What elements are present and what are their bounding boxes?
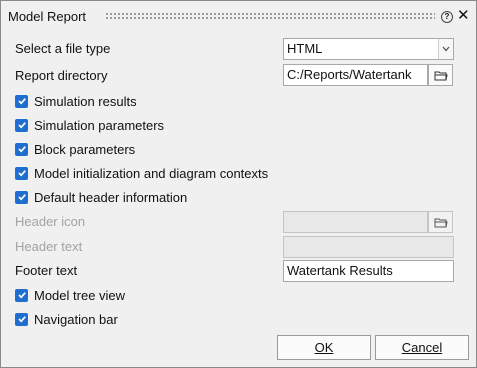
- check-icon[interactable]: [15, 142, 28, 156]
- checkbox-default-header[interactable]: Default header information: [15, 189, 187, 205]
- check-icon[interactable]: [15, 118, 28, 132]
- check-icon[interactable]: [15, 312, 28, 326]
- cancel-button-label: Cancel: [401, 340, 443, 355]
- header-text-field[interactable]: [283, 236, 454, 258]
- header-icon-label: Header icon: [15, 214, 86, 229]
- folder-icon: [434, 71, 448, 80]
- header-icon-browse-button[interactable]: [428, 211, 453, 233]
- close-icon[interactable]: ✕: [457, 7, 470, 25]
- file-type-select[interactable]: HTML: [283, 38, 454, 60]
- report-directory-value: C:/Reports/Watertank: [287, 67, 412, 82]
- help-icon[interactable]: ?: [441, 11, 453, 23]
- checkbox-label: Simulation parameters: [34, 117, 165, 133]
- checkbox-simulation-parameters[interactable]: Simulation parameters: [15, 117, 164, 133]
- file-type-label: Select a file type: [15, 41, 111, 56]
- footer-text-field[interactable]: Watertank Results: [283, 260, 454, 282]
- report-directory-field[interactable]: C:/Reports/Watertank: [283, 64, 428, 86]
- checkbox-label: Model initialization and diagram context…: [34, 165, 269, 181]
- checkbox-block-parameters[interactable]: Block parameters: [15, 141, 135, 157]
- check-icon[interactable]: [15, 288, 28, 302]
- footer-text-label: Footer text: [15, 263, 78, 278]
- check-icon[interactable]: [15, 166, 28, 180]
- header-icon-field[interactable]: [283, 211, 428, 233]
- file-type-value: HTML: [287, 41, 323, 56]
- checkbox-label: Navigation bar: [34, 311, 118, 327]
- dialog-title: Model Report: [8, 9, 87, 24]
- checkbox-label: Model tree view: [34, 287, 126, 303]
- ok-button-label: OK: [314, 340, 334, 355]
- checkbox-simulation-results[interactable]: Simulation results: [15, 93, 137, 109]
- checkbox-label: Block parameters: [34, 141, 136, 157]
- footer-text-value: Watertank Results: [287, 263, 393, 278]
- title-bar[interactable]: Model Report ? ✕: [1, 1, 476, 31]
- folder-icon: [434, 218, 448, 227]
- drag-grip[interactable]: [105, 12, 435, 21]
- report-directory-browse-button[interactable]: [428, 64, 453, 86]
- checkbox-navigation-bar[interactable]: Navigation bar: [15, 311, 118, 327]
- report-directory-label: Report directory: [15, 68, 108, 83]
- header-text-label: Header text: [15, 239, 83, 254]
- chevron-down-icon[interactable]: [438, 39, 453, 59]
- checkbox-model-tree-view[interactable]: Model tree view: [15, 287, 125, 303]
- ok-button[interactable]: OK: [277, 335, 371, 360]
- model-report-dialog: Model Report ? ✕ Select a file type HTML…: [0, 0, 477, 368]
- checkbox-label: Simulation results: [34, 93, 137, 109]
- check-icon[interactable]: [15, 190, 28, 204]
- checkbox-label: Default header information: [34, 189, 188, 205]
- check-icon[interactable]: [15, 94, 28, 108]
- checkbox-model-initialization[interactable]: Model initialization and diagram context…: [15, 165, 268, 181]
- cancel-button[interactable]: Cancel: [375, 335, 469, 360]
